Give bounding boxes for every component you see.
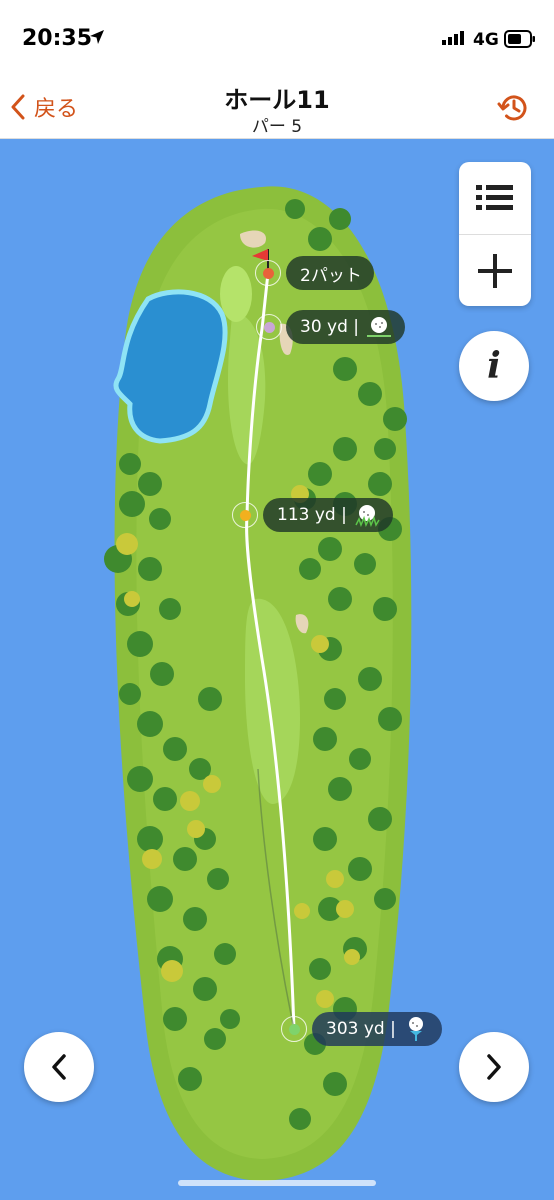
shot-label-113yd[interactable]: 113 yd |: [263, 498, 393, 532]
location-arrow-icon: [90, 30, 104, 44]
info-button[interactable]: i: [459, 331, 529, 401]
shot-dot: [288, 1023, 300, 1035]
putting-green: [220, 266, 252, 322]
list-icon: [476, 185, 513, 210]
previous-hole-button[interactable]: [24, 1032, 94, 1102]
shot-label-30yd[interactable]: 30 yd |: [286, 310, 406, 344]
add-button[interactable]: [459, 234, 531, 306]
shot-label-text: 303 yd |: [326, 1019, 396, 1039]
history-button[interactable]: [496, 90, 532, 130]
shot-dot: [262, 267, 274, 279]
ball-tee-icon: [402, 1016, 430, 1042]
battery-icon: [504, 30, 535, 48]
shot-label-text: 113 yd |: [277, 505, 347, 525]
shot-marker-layup[interactable]: [232, 502, 258, 528]
signal-icon: [442, 31, 464, 45]
home-indicator: [178, 1180, 376, 1186]
plus-icon: [478, 254, 512, 288]
status-time: 20:35: [22, 26, 93, 51]
history-icon: [497, 95, 527, 121]
shot-label-putts[interactable]: 2パット: [286, 256, 374, 290]
shot-dot: [239, 509, 251, 521]
shot-label-text: 30 yd |: [300, 317, 360, 337]
page-title: ホール11: [224, 86, 330, 114]
shot-marker-tee[interactable]: [281, 1016, 307, 1042]
chevron-left-icon: [52, 1054, 66, 1080]
status-bar: 20:35 4G: [0, 0, 554, 80]
shot-marker-approach[interactable]: [256, 314, 282, 340]
shot-label-303yd[interactable]: 303 yd |: [312, 1012, 442, 1046]
page-subtitle: パー 5: [251, 117, 303, 137]
nav-bar: 戻る ホール11 パー 5: [0, 80, 554, 139]
network-type: 4G: [473, 30, 499, 50]
next-hole-button[interactable]: [459, 1032, 529, 1102]
ball-rough-icon: [353, 503, 381, 527]
shot-marker-hole[interactable]: [255, 260, 281, 286]
list-button[interactable]: [459, 162, 531, 234]
shot-dot: [263, 321, 275, 333]
hole-map[interactable]: 2パット 30 yd | 113 yd | 303 yd | i: [0, 139, 554, 1200]
ball-icon: [365, 315, 393, 339]
shot-label-text: 2パット: [300, 265, 362, 286]
map-controls: [459, 162, 531, 306]
info-icon: i: [487, 345, 501, 387]
chevron-right-icon: [487, 1054, 501, 1080]
